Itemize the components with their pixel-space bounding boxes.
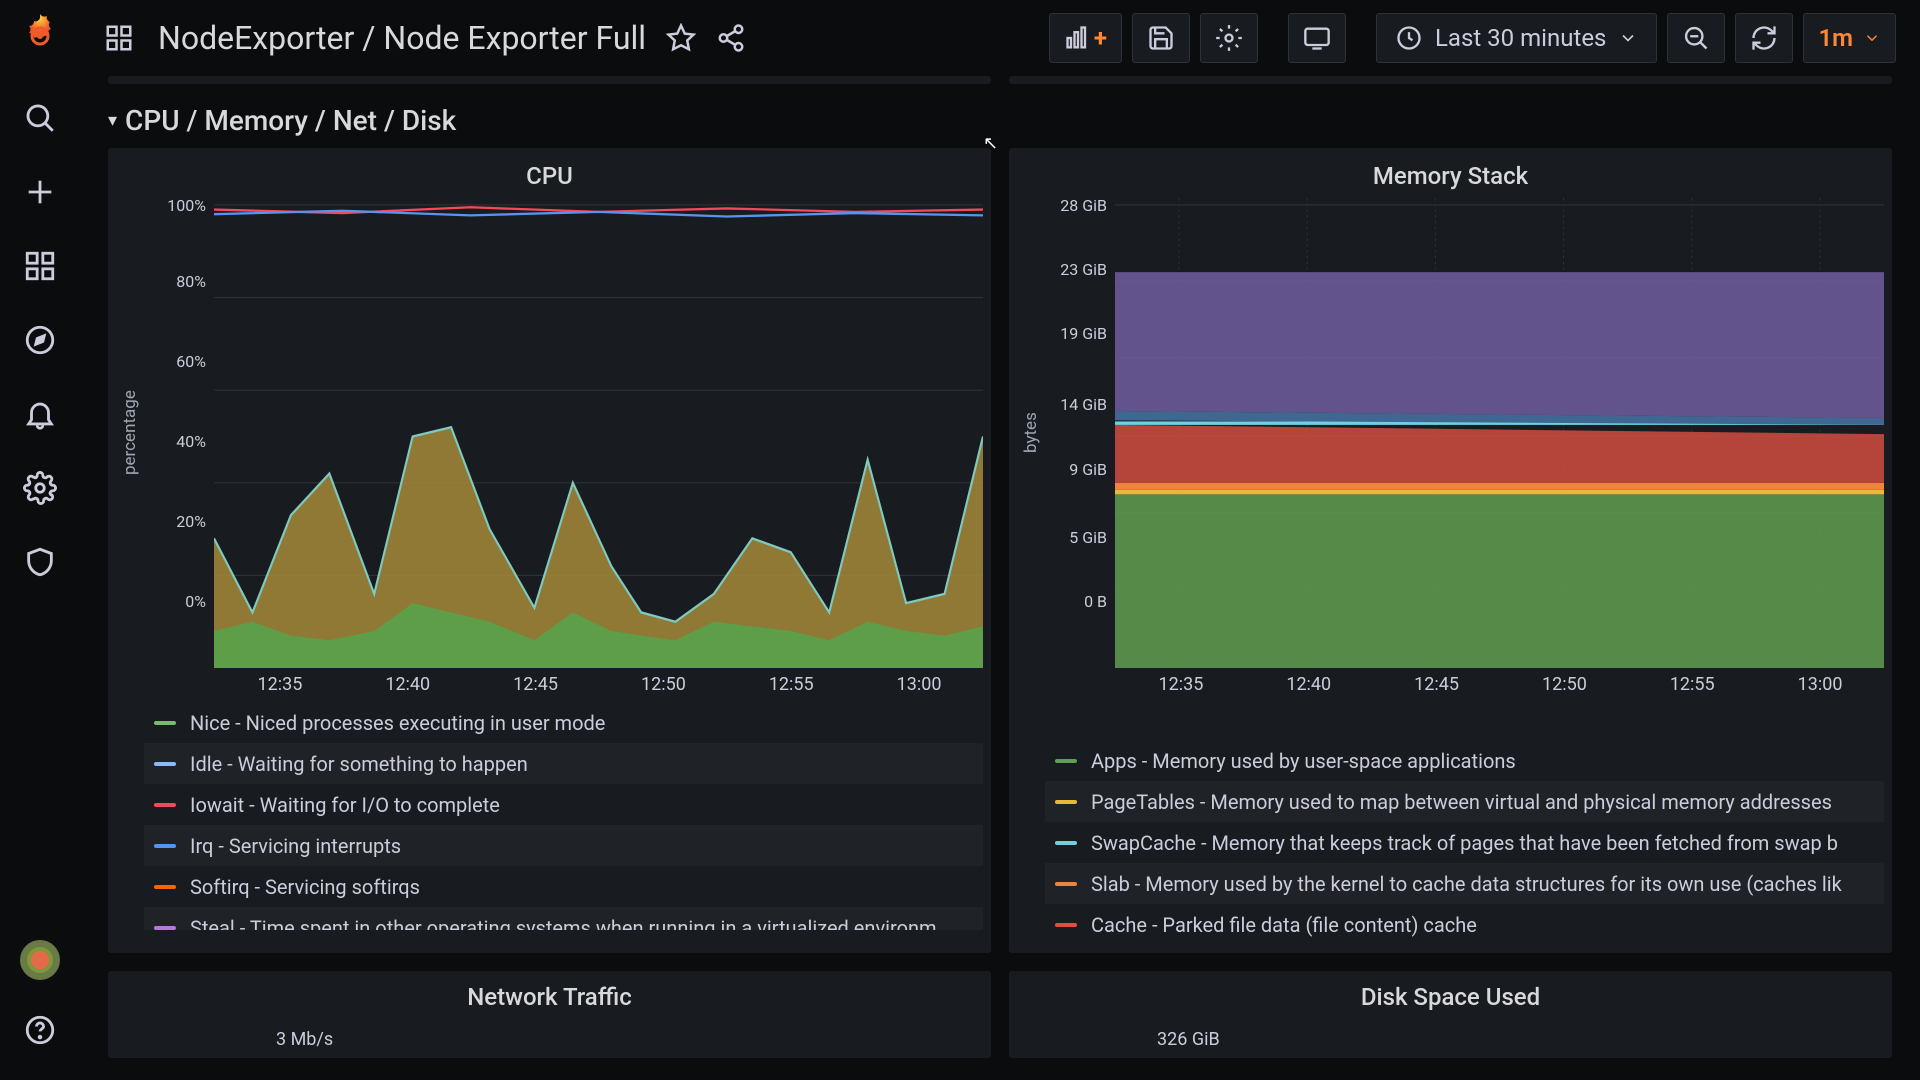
star-icon[interactable]	[666, 23, 696, 53]
save-button[interactable]	[1132, 13, 1190, 63]
panel-title: Network Traffic	[116, 977, 983, 1011]
refresh-interval-button[interactable]: 1m	[1803, 13, 1896, 63]
legend-label: Nice - Niced processes executing in user…	[190, 711, 605, 735]
legend-item[interactable]: Steal - Time spent in other operating sy…	[144, 907, 983, 930]
explore-icon[interactable]	[16, 316, 64, 364]
settings-button[interactable]	[1200, 13, 1258, 63]
row-header[interactable]: ▾ CPU / Memory / Net / Disk	[108, 92, 1892, 148]
panel-disk[interactable]: Disk Space Used 326 GiB	[1009, 971, 1892, 1058]
legend-label: Softirq - Servicing softirqs	[190, 875, 420, 899]
zoom-out-button[interactable]	[1667, 13, 1725, 63]
dashboards-icon[interactable]	[16, 242, 64, 290]
configuration-icon[interactable]	[16, 464, 64, 512]
toolbar: NodeExporter / Node Exporter Full + Last…	[80, 0, 1920, 76]
legend-label: Irq - Servicing interrupts	[190, 834, 401, 858]
legend-swatch	[154, 885, 176, 889]
panel-stub	[1009, 76, 1892, 84]
legend-swatch	[1055, 923, 1077, 927]
content: ▾ CPU / Memory / Net / Disk CPU percenta…	[80, 76, 1920, 1080]
legend-item[interactable]: Softirq - Servicing softirqs	[144, 866, 983, 907]
legend-swatch	[154, 762, 176, 766]
legend-swatch	[1055, 759, 1077, 763]
legend-label: Slab - Memory used by the kernel to cach…	[1091, 872, 1842, 896]
legend-item[interactable]: Iowait - Waiting for I/O to complete	[144, 784, 983, 825]
add-panel-button[interactable]: +	[1049, 13, 1122, 63]
main: NodeExporter / Node Exporter Full + Last…	[80, 0, 1920, 1080]
legend-item[interactable]: Cache - Parked file data (file content) …	[1045, 904, 1884, 945]
y-tick: 326 GiB	[1117, 1029, 1884, 1050]
legend-label: Cache - Parked file data (file content) …	[1091, 913, 1477, 937]
legend-item[interactable]: PageTables - Memory used to map between …	[1045, 781, 1884, 822]
legend-item[interactable]: Idle - Waiting for something to happen	[144, 743, 983, 784]
legend-item[interactable]: Irq - Servicing interrupts	[144, 825, 983, 866]
panel-title: Memory Stack	[1017, 154, 1884, 198]
panel-memory[interactable]: Memory Stack bytes 28 GiB 23 GiB 19 GiB …	[1009, 148, 1892, 953]
y-axis-label: bytes	[1017, 198, 1045, 668]
legend-label: Apps - Memory used by user-space applica…	[1091, 749, 1516, 773]
tv-mode-button[interactable]	[1288, 13, 1346, 63]
search-icon[interactable]	[16, 94, 64, 142]
legend-label: Steal - Time spent in other operating sy…	[190, 916, 937, 931]
page-title[interactable]: NodeExporter / Node Exporter Full	[158, 19, 646, 57]
panel-title: Disk Space Used	[1017, 977, 1884, 1011]
plus-icon[interactable]	[16, 168, 64, 216]
legend-item[interactable]: SwapCache - Memory that keeps track of p…	[1045, 822, 1884, 863]
legend-swatch	[1055, 841, 1077, 845]
legend-item[interactable]: Slab - Memory used by the kernel to cach…	[1045, 863, 1884, 904]
y-axis-ticks: 28 GiB 23 GiB 19 GiB 14 GiB 9 GiB 5 GiB …	[1045, 198, 1115, 668]
sidebar	[0, 0, 80, 1080]
shield-icon[interactable]	[16, 538, 64, 586]
grafana-logo[interactable]	[16, 10, 64, 58]
x-axis-ticks: 12:3512:4012:4512:5012:5513:00	[116, 668, 983, 694]
panel-network[interactable]: Network Traffic 3 Mb/s	[108, 971, 991, 1058]
legend-swatch	[154, 926, 176, 930]
alerting-icon[interactable]	[16, 390, 64, 438]
panel-cpu[interactable]: CPU percentage 100% 80% 60% 40% 20% 0%	[108, 148, 991, 953]
legend-item[interactable]: Nice - Niced processes executing in user…	[144, 702, 983, 743]
help-icon[interactable]	[16, 1006, 64, 1054]
legend-swatch	[1055, 882, 1077, 886]
chevron-down-icon: ▾	[108, 110, 117, 131]
legend-label: Iowait - Waiting for I/O to complete	[190, 793, 500, 817]
time-range-button[interactable]: Last 30 minutes	[1376, 13, 1657, 63]
y-axis-label: percentage	[116, 198, 144, 668]
time-range-label: Last 30 minutes	[1435, 24, 1606, 52]
legend-label: SwapCache - Memory that keeps track of p…	[1091, 831, 1838, 855]
x-axis-ticks: 12:3512:4012:4512:5012:5513:00	[1017, 668, 1884, 694]
y-axis-ticks: 100% 80% 60% 40% 20% 0%	[144, 198, 214, 668]
legend-swatch	[1055, 800, 1077, 804]
legend-swatch	[154, 721, 176, 725]
row-title: CPU / Memory / Net / Disk	[125, 104, 456, 137]
panel-title: CPU	[116, 154, 983, 198]
legend: Apps - Memory used by user-space applica…	[1017, 740, 1884, 945]
grid-icon[interactable]	[104, 23, 134, 53]
legend-label: PageTables - Memory used to map between …	[1091, 790, 1832, 814]
avatar[interactable]	[20, 940, 60, 980]
chart-memory	[1115, 198, 1884, 668]
panel-stub	[108, 76, 991, 84]
share-icon[interactable]	[716, 23, 746, 53]
legend-label: Idle - Waiting for something to happen	[190, 752, 528, 776]
refresh-interval-label: 1m	[1818, 24, 1853, 52]
legend-swatch	[154, 803, 176, 807]
legend-item[interactable]: Apps - Memory used by user-space applica…	[1045, 740, 1884, 781]
legend-swatch	[154, 844, 176, 848]
legend: Nice - Niced processes executing in user…	[116, 702, 983, 930]
y-tick: 3 Mb/s	[236, 1029, 983, 1050]
chart-cpu	[214, 198, 983, 668]
refresh-button[interactable]	[1735, 13, 1793, 63]
